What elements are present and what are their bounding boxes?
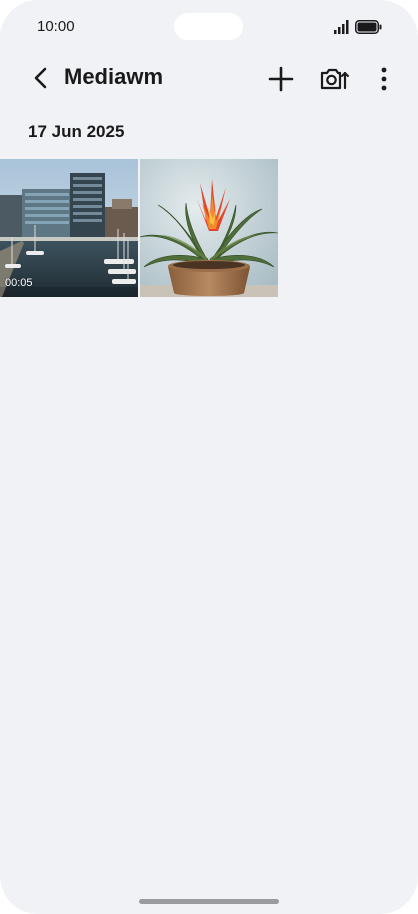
phone-screen: 10:00 Mediawm 17 Jun 2025 00:05 xyxy=(0,0,418,914)
battery-icon xyxy=(355,20,382,34)
add-icon[interactable] xyxy=(268,66,294,92)
status-time: 10:00 xyxy=(37,18,75,35)
signal-icon xyxy=(334,20,349,34)
home-indicator[interactable] xyxy=(139,899,279,904)
chevron-left-icon[interactable] xyxy=(29,64,53,92)
video-duration: 00:05 xyxy=(5,277,33,289)
plant-image xyxy=(140,159,278,297)
camera-cutout xyxy=(174,13,243,40)
camera-icon[interactable] xyxy=(319,65,350,93)
album-title: Mediawm xyxy=(64,64,164,89)
date-header: 17 Jun 2025 xyxy=(28,122,125,141)
more-vertical-icon[interactable] xyxy=(378,66,390,92)
video-thumbnail[interactable]: 00:05 xyxy=(0,159,138,297)
image-thumbnail[interactable] xyxy=(140,159,278,297)
